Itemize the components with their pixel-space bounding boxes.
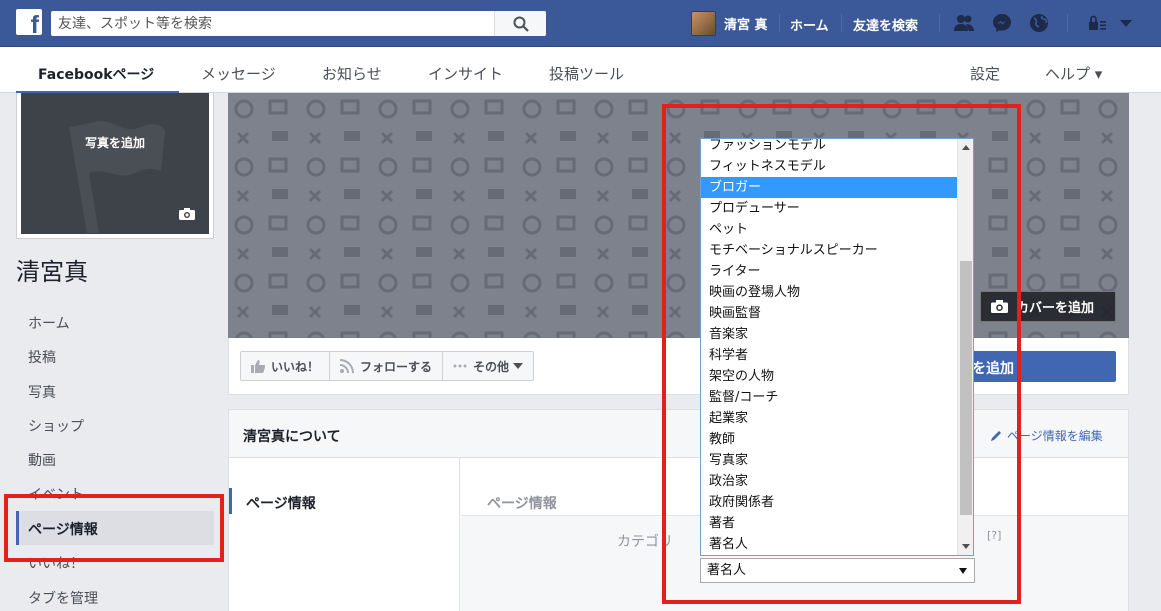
- more-label: その他: [473, 359, 510, 374]
- section-heading: ページ情報: [487, 496, 557, 512]
- tab-notifications[interactable]: お知らせ: [322, 63, 382, 84]
- page-name: 清宮真: [16, 258, 88, 286]
- sidebar-item-videos[interactable]: 動画: [28, 450, 56, 470]
- edit-page-info-label: ページ情報を編集: [1007, 429, 1103, 443]
- search-input[interactable]: [51, 11, 501, 36]
- about-menu-page-info[interactable]: ページ情報: [246, 493, 316, 513]
- add-photo-label[interactable]: 写真を追加: [21, 134, 209, 151]
- sidebar-item-home[interactable]: ホーム: [28, 313, 70, 333]
- avatar: [691, 11, 716, 36]
- top-bar: f 清宮 真 ホーム 友達を検索: [0, 0, 1161, 47]
- search-button[interactable]: [494, 11, 546, 36]
- tab-settings[interactable]: 設定: [970, 63, 1000, 84]
- sidebar-item-photos[interactable]: 写真: [28, 382, 56, 402]
- divider: [939, 14, 940, 32]
- search-box: [51, 11, 546, 36]
- profile-picture-placeholder: 写真を追加: [21, 93, 209, 234]
- top-user-name: 清宮 真: [724, 18, 768, 33]
- divider: [779, 14, 780, 32]
- profile-link[interactable]: 清宮 真: [691, 11, 768, 36]
- tab-insights[interactable]: インサイト: [428, 63, 503, 84]
- highlight-box-page-info: [4, 494, 224, 562]
- about-title: 清宮真について: [243, 429, 341, 445]
- tab-messages[interactable]: メッセージ: [201, 63, 276, 84]
- friend-requests-icon[interactable]: [953, 12, 975, 34]
- like-button[interactable]: いいね！: [241, 352, 331, 380]
- follow-button[interactable]: フォローする: [330, 352, 444, 380]
- account-menu-chevron-icon[interactable]: [1115, 12, 1137, 34]
- divider: [1067, 14, 1068, 32]
- search-icon: [513, 16, 529, 32]
- like-label: いいね！: [271, 359, 320, 374]
- home-link[interactable]: ホーム: [790, 15, 829, 34]
- follow-label: フォローする: [360, 359, 433, 374]
- camera-icon[interactable]: [179, 208, 195, 220]
- about-left-menu: ページ情報: [229, 458, 460, 611]
- rss-follow-icon: [340, 359, 355, 373]
- more-button[interactable]: その他: [443, 352, 533, 380]
- thumbs-up-icon: [251, 360, 265, 373]
- page-nav: Facebookページ メッセージ お知らせ インサイト 投稿ツール 設定 ヘル…: [0, 47, 1161, 94]
- active-section-bar: [229, 488, 232, 514]
- sidebar-item-posts[interactable]: 投稿: [28, 347, 56, 367]
- messenger-icon[interactable]: [991, 12, 1013, 34]
- more-dots-icon: [453, 364, 467, 368]
- sidebar-item-shop[interactable]: ショップ: [28, 416, 84, 436]
- add-cover-label: カバーを追加: [1016, 301, 1095, 316]
- tab-help[interactable]: ヘルプ ▾: [1045, 63, 1102, 84]
- globe-notifications-icon[interactable]: [1028, 12, 1050, 34]
- find-friends-link[interactable]: 友達を検索: [853, 15, 918, 34]
- chevron-down-icon: [513, 363, 524, 369]
- tab-publishing-tools[interactable]: 投稿ツール: [549, 63, 624, 84]
- profile-picture[interactable]: 写真を追加: [16, 93, 214, 239]
- facebook-logo-icon[interactable]: f: [16, 9, 42, 35]
- highlight-box-category-list: [662, 104, 1021, 604]
- divider: [841, 14, 842, 32]
- page-action-buttons: いいね！ フォローする その他: [240, 351, 535, 381]
- privacy-lock-icon[interactable]: [1086, 12, 1108, 34]
- tab-facebook-page[interactable]: Facebookページ: [38, 64, 154, 84]
- sidebar-item-manage-tabs[interactable]: タブを管理: [28, 588, 98, 608]
